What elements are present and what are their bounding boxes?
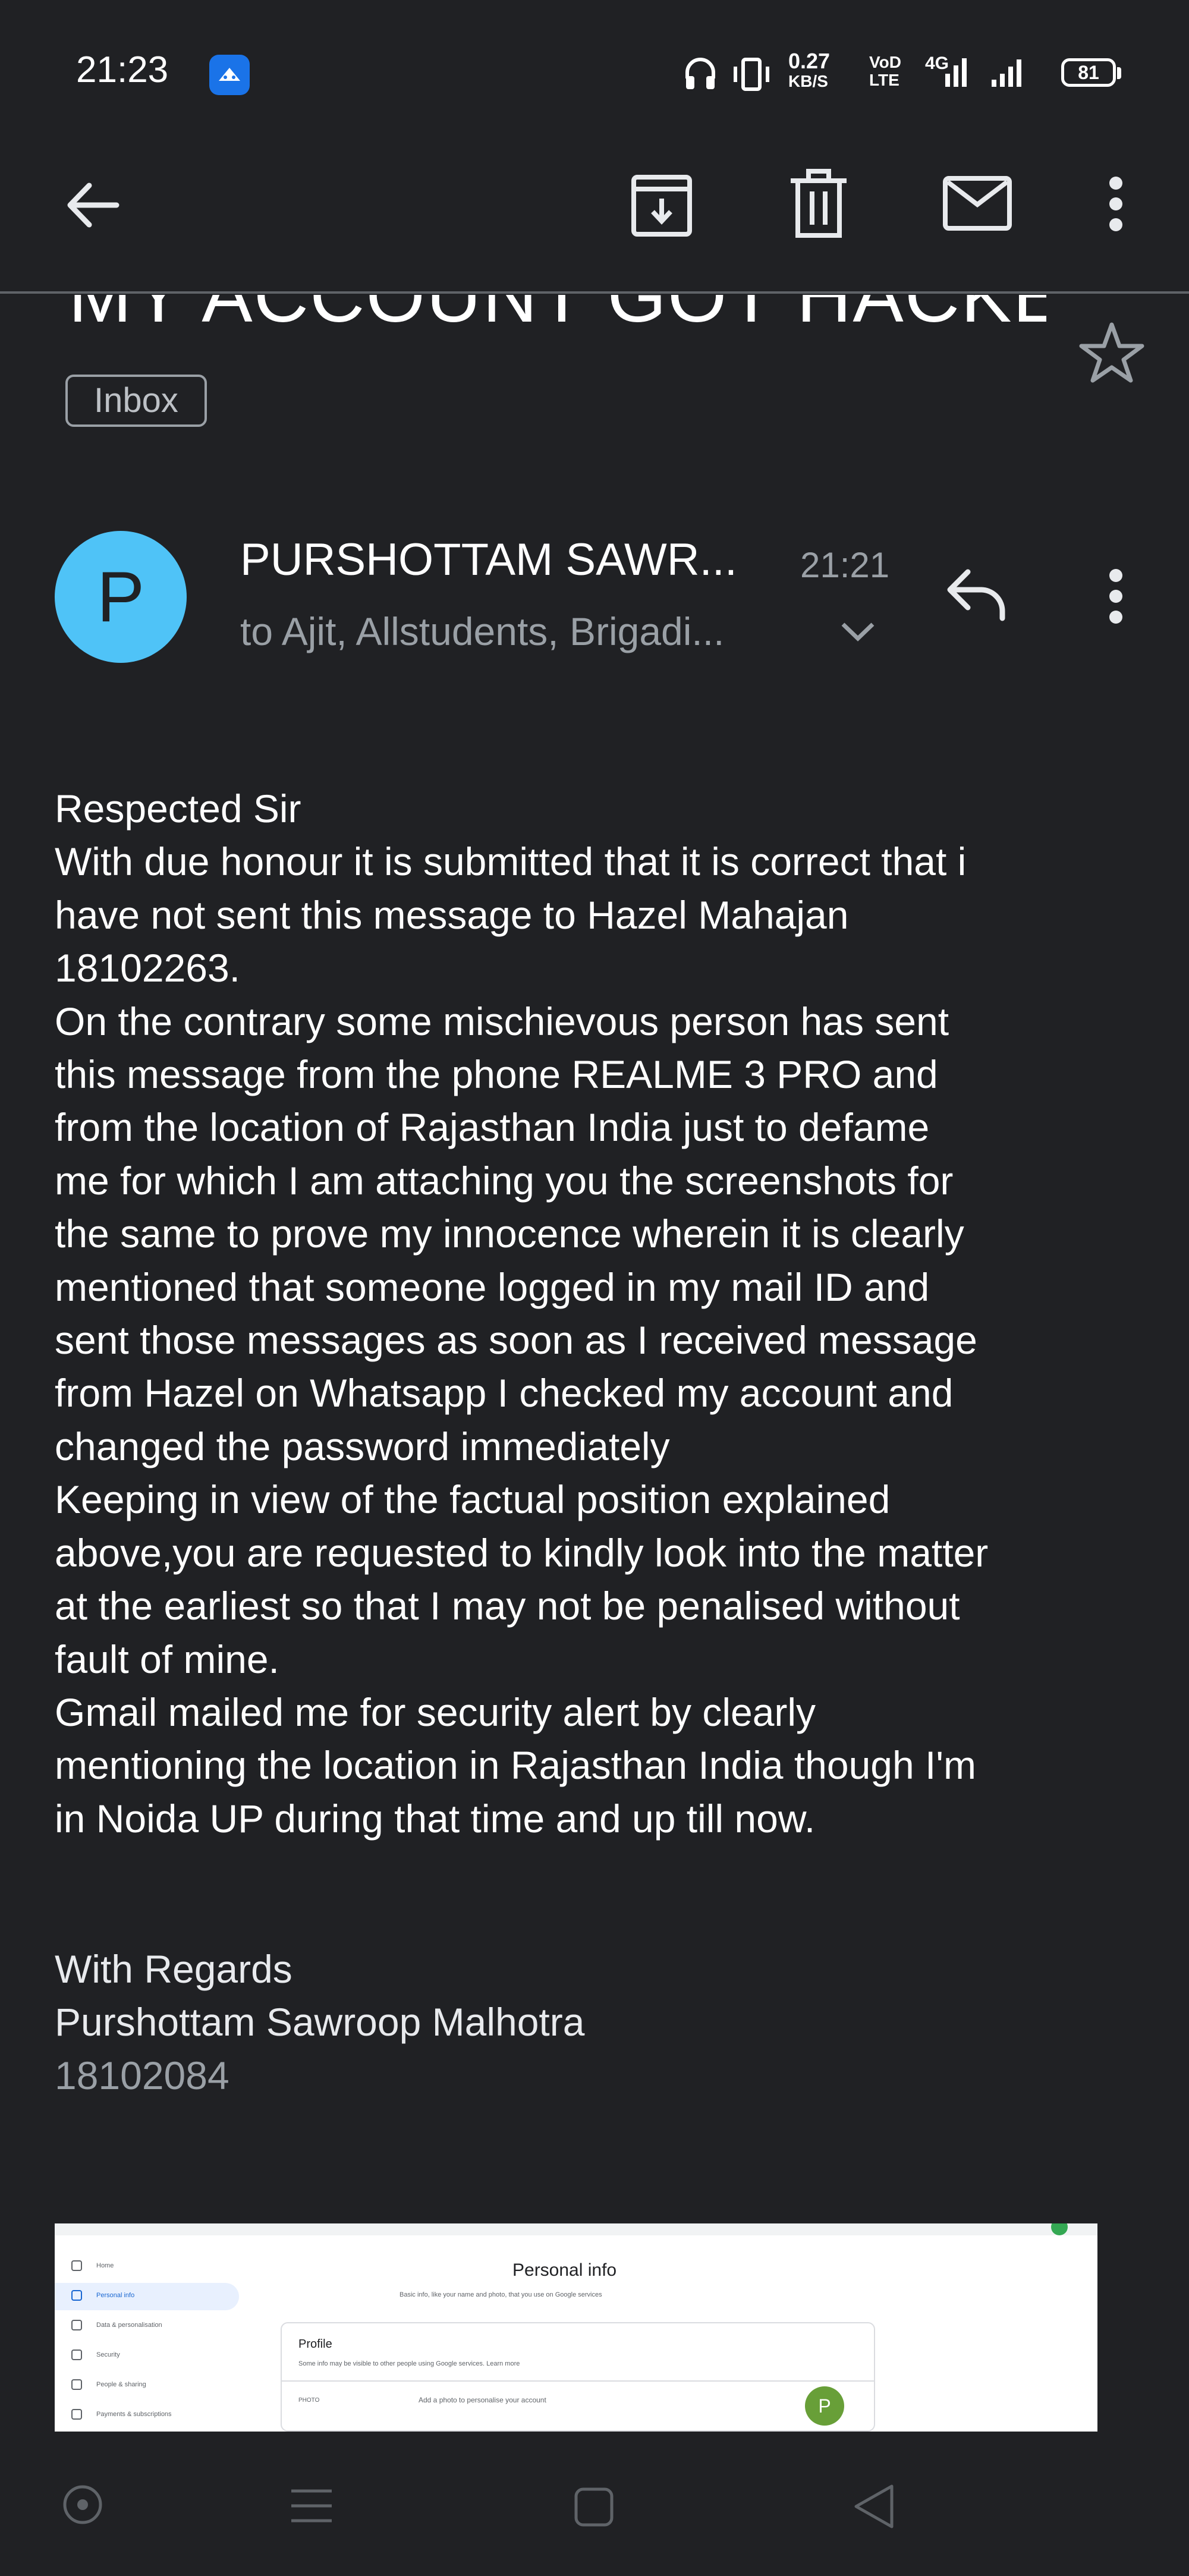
more-vert-icon[interactable] [1101, 171, 1131, 237]
body-line: have not sent this message to Hazel Maha… [55, 892, 849, 937]
body-line: On the contrary some mischievous person … [55, 999, 949, 1043]
attachment-nav-item: Personal info [71, 2290, 134, 2301]
body-line: fault of mine. [55, 1637, 279, 1681]
star-icon[interactable] [1079, 321, 1144, 383]
home-icon [71, 2260, 82, 2271]
home-icon[interactable] [573, 2486, 615, 2528]
sender-avatar[interactable]: P [55, 531, 187, 663]
archive-icon[interactable] [629, 168, 694, 239]
attachment-avatar: P [805, 2386, 844, 2426]
subject-container: MY ACCOUNT GOT HACKED [0, 295, 1046, 331]
body-line: at the earliest so that I may not be pen… [55, 1584, 960, 1628]
network-speed-unit: KB/S [788, 72, 828, 90]
message-more-vert-icon[interactable] [1101, 564, 1131, 629]
body-line: this message from the phone REALME 3 PRO… [55, 1052, 938, 1097]
back-arrow-icon[interactable] [59, 172, 125, 238]
signal-icon [945, 58, 1021, 87]
body-line: above,you are requested to kindly look i… [55, 1530, 989, 1575]
back-icon[interactable] [851, 2483, 897, 2530]
email-subject: MY ACCOUNT GOT HACKED [68, 295, 1046, 331]
attachment-screenshot[interactable]: Home Personal info Data & personalisatio… [55, 2223, 1097, 2432]
recents-icon[interactable] [289, 2486, 334, 2525]
chevron-down-icon[interactable] [838, 618, 877, 644]
attachment-title: Personal info [512, 2260, 617, 2280]
attachment-nav-item: Home [71, 2260, 114, 2271]
toolbar-divider [0, 291, 1189, 294]
status-time: 21:23 [76, 49, 169, 90]
volte-top: VoD [869, 53, 901, 71]
attachment-nav-item: Data & personalisation [71, 2320, 162, 2330]
recipients[interactable]: to Ajit, Allstudents, Brigadi... [240, 609, 724, 654]
body-line: Keeping in view of the factual position … [55, 1477, 891, 1522]
body-line: in Noida UP during that time and up till… [55, 1796, 816, 1841]
notification-app-icon [209, 55, 250, 95]
headphones-icon [685, 58, 715, 89]
body-line: sent those messages as soon as I receive… [55, 1318, 977, 1363]
people-icon [71, 2379, 82, 2390]
assistant-icon[interactable] [62, 2484, 103, 2525]
body-line: changed the password immediately [55, 1424, 670, 1468]
attachment-section-desc: Some info may be visible to other people… [298, 2360, 520, 2367]
body-line: Gmail mailed me for security alert by cl… [55, 1690, 816, 1734]
attachment-subtitle: Basic info, like your name and photo, th… [400, 2291, 602, 2298]
attachment-top-bar [55, 2223, 1097, 2235]
body-line: mentioned that someone logged in my mail… [55, 1265, 930, 1309]
attachment-profile-card: Profile Some info may be visible to othe… [281, 2322, 875, 2432]
body-line: With due honour it is submitted that it … [55, 839, 967, 884]
body-line: from Hazel on Whatsapp I checked my acco… [55, 1371, 954, 1416]
signature: With Regards Purshottam Sawroop Malhotra… [55, 1943, 584, 2102]
attachment-card-divider [282, 2380, 874, 2382]
signature-name: Purshottam Sawroop Malhotra [55, 2000, 585, 2045]
body-line: 18102263. [55, 946, 240, 990]
vibrate-icon [734, 58, 769, 91]
payments-icon [71, 2409, 82, 2420]
battery-icon: 81 [1061, 58, 1121, 87]
closing-text: With Regards [55, 1947, 292, 1991]
reply-icon[interactable] [944, 565, 1009, 624]
attachment-section-title: Profile [298, 2338, 332, 2351]
navigation-bar [0, 2432, 1189, 2576]
network-speed-value: 0.27 [788, 49, 831, 73]
sender-name[interactable]: PURSHOTTAM SAWR... [240, 534, 737, 586]
attachment-nav-item: Payments & subscriptions [71, 2409, 172, 2420]
volte-bottom: LTE [869, 71, 899, 89]
inbox-label[interactable]: Inbox [65, 375, 207, 427]
body-line: me for which I am attaching you the scre… [55, 1158, 954, 1203]
mark-unread-icon[interactable] [942, 175, 1013, 232]
data-icon [71, 2320, 82, 2330]
attachment-nav-item: Security [71, 2349, 120, 2360]
status-bar: 21:23 0.27 KB/S VoD LTE 4G 81 [0, 0, 1189, 149]
body-line: the same to prove my innocence wherein i… [55, 1212, 964, 1256]
delete-icon[interactable] [786, 166, 851, 240]
toolbar [0, 149, 1189, 291]
body-line: mentioning the location in Rajasthan Ind… [55, 1743, 976, 1788]
attachment-photo-label: PHOTO [298, 2397, 320, 2404]
body-line: from the location of Rajasthan India jus… [55, 1105, 930, 1150]
personal-info-icon [71, 2290, 82, 2301]
attachment-nav-item: People & sharing [71, 2379, 146, 2390]
email-time: 21:21 [800, 545, 890, 585]
body-line: Respected Sir [55, 787, 301, 831]
attachment-photo-desc: Add a photo to personalise your account [419, 2396, 546, 2404]
security-icon [71, 2349, 82, 2360]
email-body: Respected Sir With due honour it is subm… [55, 782, 1172, 1845]
signature-id: 18102084 [55, 2053, 229, 2097]
